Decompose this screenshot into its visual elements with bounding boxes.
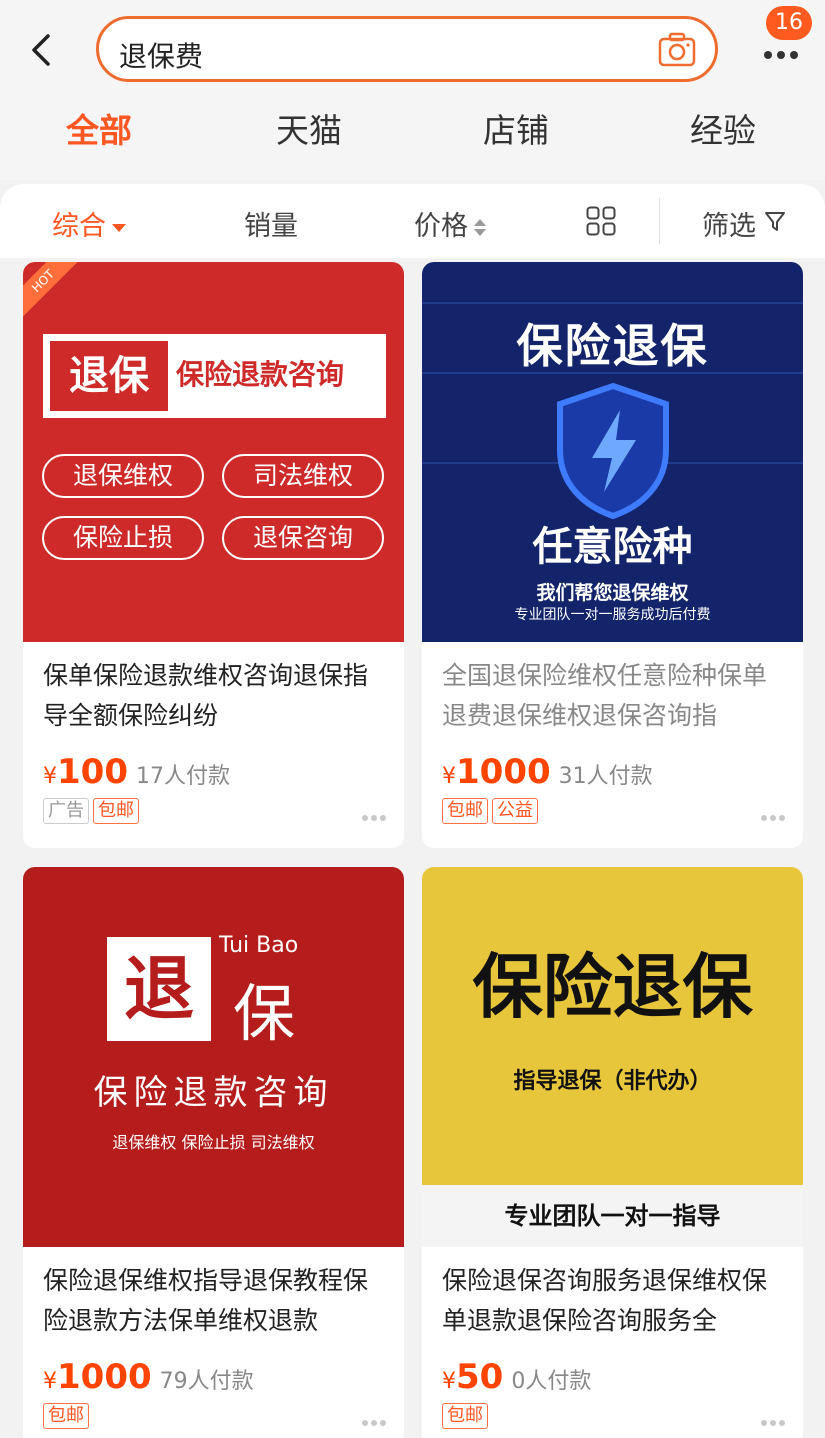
- image-pill: 退保维权: [42, 454, 204, 498]
- filter-icon: [764, 210, 786, 232]
- camera-icon: [658, 32, 696, 67]
- currency-symbol: ¥: [43, 1369, 57, 1394]
- currency-symbol: ¥: [43, 764, 57, 789]
- product-card[interactable]: HOT 退保 保险退款咨询 退保维权 司法维权 保险止损 退保咨询 保单保险退款…: [23, 262, 404, 848]
- sales-count: 0人付款: [511, 1369, 592, 1394]
- product-price: 100: [57, 752, 128, 792]
- search-query: 退保费: [119, 40, 204, 73]
- image-pinyin: Tui Bao: [219, 933, 299, 958]
- product-title[interactable]: 保险退保维权指导退保教程保险退款方法保单维权退款: [43, 1261, 388, 1341]
- tag-list: 包邮 公益: [442, 798, 542, 824]
- filter-button[interactable]: 筛选: [702, 204, 756, 243]
- image-caption-small: 专业团队一对一服务成功后付费: [514, 607, 711, 623]
- product-card[interactable]: 保险退保 任意险种 我们帮您退保维权 专业团队一对一服务成功后付费 全国退保险维…: [422, 262, 803, 848]
- sort-bar: 综合 销量 价格 筛选: [0, 184, 825, 258]
- image-banner-left: 退保: [50, 341, 168, 411]
- currency-symbol: ¥: [442, 1369, 456, 1394]
- product-card[interactable]: 保险退保 指导退保（非代办） 专业团队一对一指导 保险退保咨询服务退保维权保单退…: [422, 867, 803, 1438]
- image-headline: 保险退保: [516, 319, 709, 373]
- product-image[interactable]: 保险退保 指导退保（非代办） 专业团队一对一指导: [422, 867, 803, 1247]
- ad-tag: 广告: [43, 798, 89, 824]
- search-input[interactable]: 退保费: [96, 16, 718, 82]
- product-image[interactable]: HOT 退保 保险退款咨询 退保维权 司法维权 保险止损 退保咨询: [23, 262, 404, 642]
- free-shipping-tag: 包邮: [442, 1403, 488, 1429]
- image-pill: 退保咨询: [222, 516, 384, 560]
- card-more-button[interactable]: [359, 1411, 386, 1430]
- more-dots-icon: [764, 44, 803, 63]
- image-subheadline: 指导退保（非代办）: [513, 1069, 712, 1094]
- hot-ribbon: HOT: [23, 262, 87, 325]
- free-shipping-tag: 包邮: [442, 798, 488, 824]
- tab-experience[interactable]: 经验: [690, 104, 756, 152]
- image-logo-box: 退: [107, 937, 211, 1041]
- image-headline: 保险退保: [472, 946, 753, 1028]
- caret-down-icon: [112, 223, 126, 232]
- free-shipping-tag: 包邮: [93, 798, 139, 824]
- product-title[interactable]: 全国退保险维权任意险种保单退费退保维权退保咨询指: [442, 656, 787, 736]
- tag-list: 包邮: [442, 1403, 492, 1429]
- price-row: ¥100 17人付款: [43, 752, 230, 792]
- image-pill: 司法维权: [222, 454, 384, 498]
- card-more-button[interactable]: [758, 806, 785, 825]
- tag-list: 包邮: [43, 1403, 93, 1429]
- card-more-button[interactable]: [359, 806, 386, 825]
- sales-count: 31人付款: [558, 764, 653, 789]
- image-big-char: 保: [233, 977, 296, 1050]
- charity-tag: 公益: [492, 798, 538, 824]
- sort-price-label: 价格: [414, 211, 468, 242]
- tag-list: 广告 包邮: [43, 798, 143, 824]
- tab-all[interactable]: 全部: [66, 104, 132, 152]
- lightning-shield-icon: [557, 382, 669, 520]
- tab-shops[interactable]: 店铺: [483, 104, 549, 152]
- grid-view-toggle[interactable]: [586, 206, 616, 236]
- currency-symbol: ¥: [442, 764, 456, 789]
- sort-comprehensive-label: 综合: [52, 211, 106, 242]
- image-subheadline: 任意险种: [532, 524, 693, 570]
- top-bar: 退保费 16 全部 天猫 店铺 经验: [0, 0, 825, 180]
- camera-button[interactable]: [657, 31, 697, 69]
- product-image[interactable]: 退 Tui Bao 保 保险退款咨询 退保维权 保险止损 司法维权: [23, 867, 404, 1247]
- product-price: 1000: [57, 1357, 152, 1397]
- price-row: ¥50 0人付款: [442, 1357, 591, 1397]
- grid-icon: [586, 206, 616, 236]
- sort-arrows-icon: [474, 218, 486, 238]
- sort-price[interactable]: 价格: [414, 204, 486, 243]
- image-footer-caption: 专业团队一对一指导: [422, 1185, 803, 1247]
- image-headline: 保险退款咨询: [93, 1073, 334, 1113]
- price-row: ¥1000 79人付款: [43, 1357, 254, 1397]
- sales-count: 17人付款: [135, 764, 230, 789]
- tab-tmall[interactable]: 天猫: [276, 104, 342, 152]
- image-banner-right: 保险退款咨询: [176, 358, 345, 391]
- card-more-button[interactable]: [758, 1411, 785, 1430]
- image-pill: 保险止损: [42, 516, 204, 560]
- results-panel: 综合 销量 价格 筛选 HOT 退保 保险退款咨询 退保维权 司法维权 保险止损…: [0, 184, 825, 1438]
- image-caption: 退保维权 保险止损 司法维权: [112, 1133, 315, 1152]
- message-count-badge: 16: [766, 6, 812, 40]
- sales-count: 79人付款: [159, 1369, 254, 1394]
- sort-sales[interactable]: 销量: [244, 204, 298, 243]
- image-caption: 我们帮您退保维权: [536, 582, 689, 604]
- product-price: 1000: [456, 752, 551, 792]
- tab-bar: 全部 天猫 店铺 经验: [0, 104, 825, 160]
- free-shipping-tag: 包邮: [43, 1403, 89, 1429]
- product-title[interactable]: 保险退保咨询服务退保维权保单退款退保险咨询服务全: [442, 1261, 787, 1341]
- product-card[interactable]: 退 Tui Bao 保 保险退款咨询 退保维权 保险止损 司法维权 保险退保维权…: [23, 867, 404, 1438]
- product-title[interactable]: 保单保险退款维权咨询退保指导全额保险纠纷: [43, 656, 388, 736]
- divider: [659, 198, 660, 244]
- back-button[interactable]: [22, 28, 62, 72]
- product-price: 50: [456, 1357, 504, 1397]
- sort-comprehensive[interactable]: 综合: [52, 204, 126, 243]
- price-row: ¥1000 31人付款: [442, 752, 653, 792]
- image-banner: 退保 保险退款咨询: [43, 334, 386, 418]
- product-image[interactable]: 保险退保 任意险种 我们帮您退保维权 专业团队一对一服务成功后付费: [422, 262, 803, 642]
- chevron-left-icon: [32, 34, 50, 66]
